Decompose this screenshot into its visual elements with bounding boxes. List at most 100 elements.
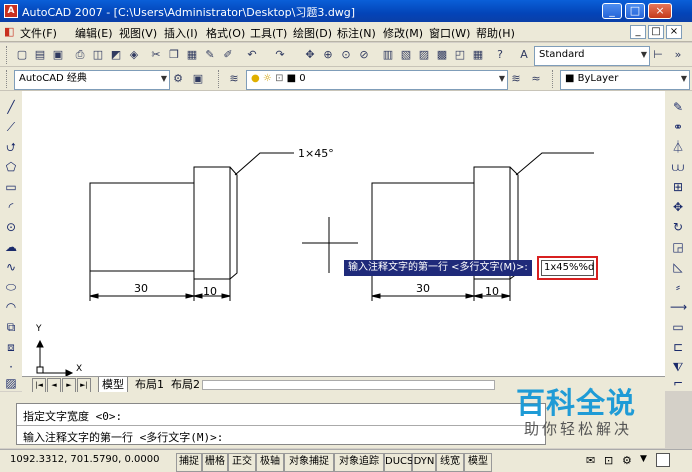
markup-icon[interactable]: ◰ [452, 47, 468, 63]
next-tab-button[interactable]: ► [62, 378, 76, 393]
communication-center-icon[interactable]: ✉ [586, 454, 595, 467]
chevron-down-icon[interactable]: ▼ [640, 454, 647, 464]
text-style-icon[interactable]: A [516, 47, 532, 63]
polar-toggle[interactable]: 极轴 [256, 453, 284, 472]
horizontal-scrollbar[interactable] [202, 380, 495, 390]
sheet-set-icon[interactable]: ▩ [434, 47, 450, 63]
spline-icon[interactable]: ∿ [3, 259, 19, 275]
tool-palettes-icon[interactable]: ▨ [416, 47, 432, 63]
command-window[interactable]: 指定文字宽度 <0>: 输入注释文字的第一行 <多行文字(M)>: [16, 403, 546, 445]
ellipse-arc-icon[interactable]: ◠ [3, 299, 19, 315]
toolbar-grip[interactable] [6, 70, 10, 88]
menu-draw[interactable]: 绘图(D) [293, 25, 332, 41]
polygon-icon[interactable]: ⬠ [3, 159, 19, 175]
prev-tab-button[interactable]: ◄ [47, 378, 61, 393]
dim-style-icon[interactable]: ⊢ [650, 47, 666, 63]
last-tab-button[interactable]: ►| [77, 378, 91, 393]
line-icon[interactable]: ╱ [3, 99, 19, 115]
menu-help[interactable]: 帮助(H) [476, 25, 515, 41]
tab-layout2[interactable]: 布局2 [168, 377, 203, 392]
document-icon[interactable]: ◧ [4, 25, 14, 38]
make-block-icon[interactable]: ⧈ [3, 339, 19, 355]
new-icon[interactable]: ▢ [14, 47, 30, 63]
make-layer-current-icon[interactable]: ≋ [508, 71, 524, 87]
chamfer-icon[interactable]: ⧨ [670, 359, 686, 375]
layer-select[interactable]: ● ☼ ⊡ ■ 0 ▼ [246, 70, 508, 90]
stretch-icon[interactable]: ◺ [670, 259, 686, 275]
copy-icon[interactable]: ❐ [166, 47, 182, 63]
insert-block-icon[interactable]: ⧉ [3, 319, 19, 335]
revision-cloud-icon[interactable]: ☁ [3, 239, 19, 255]
otrack-toggle[interactable]: 对象追踪 [334, 453, 384, 472]
lock-icon[interactable]: ⊡ [604, 454, 613, 467]
ducs-toggle[interactable]: DUCS [384, 453, 413, 472]
minimize-button[interactable]: _ [602, 3, 622, 19]
maximize-button[interactable]: □ [625, 3, 645, 19]
coordinate-readout[interactable]: 1092.3312, 701.5790, 0.0000 [10, 454, 160, 465]
drawing-canvas[interactable]: 1×45° 30 10 30 10 Y X 输入注释文字的第一行 <多行文字(M… [22, 91, 665, 378]
plot-icon[interactable]: ⎙ [72, 47, 88, 63]
lineweight-toggle[interactable]: 线宽 [436, 453, 464, 472]
arc-icon[interactable]: ◜ [3, 199, 19, 215]
toolbar-grip[interactable] [552, 70, 556, 88]
close-button[interactable]: × [648, 3, 672, 19]
fillet-icon[interactable]: ⌐ [670, 375, 686, 391]
rectangle-icon[interactable]: ▭ [3, 179, 19, 195]
point-icon[interactable]: · [3, 359, 19, 375]
menu-window[interactable]: 窗口(W) [429, 25, 470, 41]
design-center-icon[interactable]: ▧ [398, 47, 414, 63]
help-icon[interactable]: ? [492, 47, 508, 63]
autocad-app-icon[interactable]: A [4, 4, 18, 18]
offset-icon[interactable]: ⩊ [670, 159, 686, 175]
pan-icon[interactable]: ✥ [302, 47, 318, 63]
move-icon[interactable]: ✥ [670, 199, 686, 215]
first-tab-button[interactable]: |◄ [32, 378, 46, 393]
polyline-icon[interactable]: ⮍ [3, 139, 19, 155]
publish-icon[interactable]: ◩ [108, 47, 124, 63]
doc-minimize-button[interactable]: _ [630, 25, 646, 39]
rotate-icon[interactable]: ↻ [670, 219, 686, 235]
join-icon[interactable]: ⊏ [670, 339, 686, 355]
doc-close-button[interactable]: × [666, 25, 682, 39]
save-icon[interactable]: ▣ [50, 47, 66, 63]
layer-manager-icon[interactable]: ≋ [226, 71, 242, 87]
properties-icon[interactable]: ▥ [380, 47, 396, 63]
menu-edit[interactable]: 编辑(E) [75, 25, 113, 41]
model-space-toggle[interactable]: 模型 [464, 453, 492, 472]
zoom-previous-icon[interactable]: ⊘ [356, 47, 372, 63]
workspace-select[interactable]: AutoCAD 经典 ▼ [14, 70, 170, 90]
workspace-settings-icon[interactable]: ⚙ [170, 71, 186, 87]
calculator-icon[interactable]: ▦ [470, 47, 486, 63]
text-style-select[interactable]: Standard ▼ [534, 46, 650, 66]
doc-restore-button[interactable]: □ [648, 25, 664, 39]
dyn-toggle[interactable]: DYN [412, 453, 436, 472]
circle-icon[interactable]: ⊙ [3, 219, 19, 235]
3d-dwf-icon[interactable]: ◈ [126, 47, 142, 63]
block-editor-icon[interactable]: ✐ [220, 47, 236, 63]
match-properties-icon[interactable]: ✎ [202, 47, 218, 63]
array-icon[interactable]: ⊞ [670, 179, 686, 195]
menu-dimension[interactable]: 标注(N) [337, 25, 376, 41]
menu-view[interactable]: 视图(V) [119, 25, 157, 41]
mirror-icon[interactable]: ⏃ [670, 139, 686, 155]
break-icon[interactable]: ▭ [670, 319, 686, 335]
menu-file[interactable]: 文件(F) [20, 25, 57, 41]
menu-format[interactable]: 格式(O) [206, 25, 245, 41]
layer-previous-icon[interactable]: ≈ [528, 71, 544, 87]
snap-toggle[interactable]: 捕捉 [176, 453, 202, 472]
color-control-select[interactable]: ■ ByLayer ▼ [560, 70, 690, 90]
ortho-toggle[interactable]: 正交 [228, 453, 256, 472]
zoom-window-icon[interactable]: ⊙ [338, 47, 354, 63]
zoom-realtime-icon[interactable]: ⊕ [320, 47, 336, 63]
construction-line-icon[interactable]: ⟋ [3, 119, 19, 135]
extend-icon[interactable]: ⟶ [670, 299, 687, 315]
toolbar-grip[interactable] [218, 70, 222, 88]
toolbar-grip[interactable] [6, 46, 10, 64]
tray-settings-icon[interactable]: ⚙ [622, 454, 632, 467]
copy-object-icon[interactable]: ⚭ [670, 119, 686, 135]
undo-icon[interactable]: ↶ [244, 47, 260, 63]
cut-icon[interactable]: ✂ [148, 47, 164, 63]
hatch-icon[interactable]: ▨ [3, 375, 19, 391]
dynamic-input-field[interactable]: 1x45%%d [541, 260, 594, 276]
open-icon[interactable]: ▤ [32, 47, 48, 63]
